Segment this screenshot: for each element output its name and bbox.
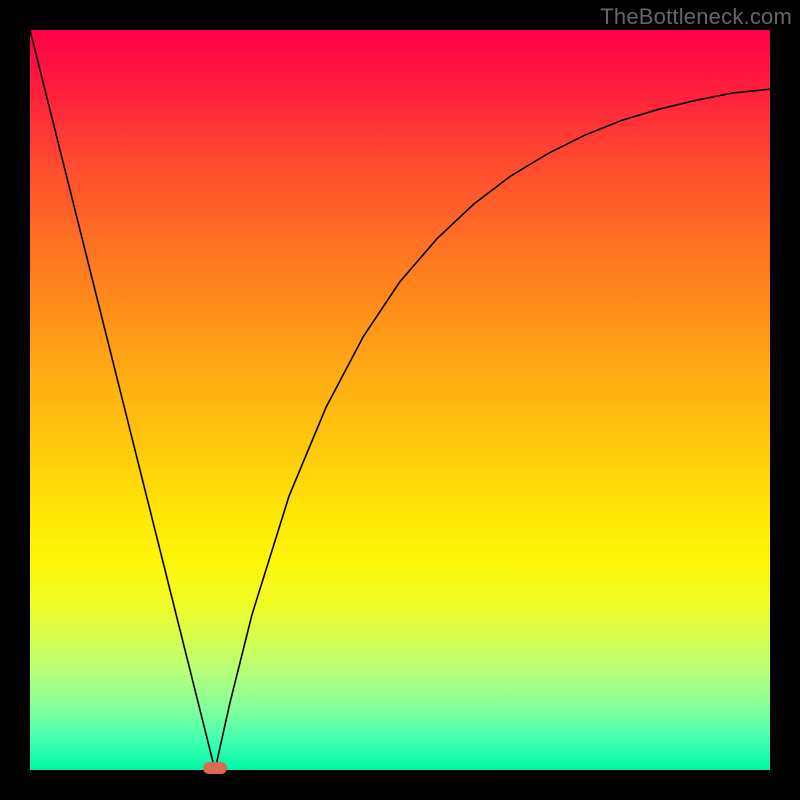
- right-branch-line: [215, 89, 770, 770]
- curve-svg: [30, 30, 770, 770]
- chart-frame: TheBottleneck.com: [0, 0, 800, 800]
- minimum-marker: [203, 762, 227, 774]
- watermark-text: TheBottleneck.com: [600, 4, 792, 30]
- left-branch-line: [30, 30, 215, 770]
